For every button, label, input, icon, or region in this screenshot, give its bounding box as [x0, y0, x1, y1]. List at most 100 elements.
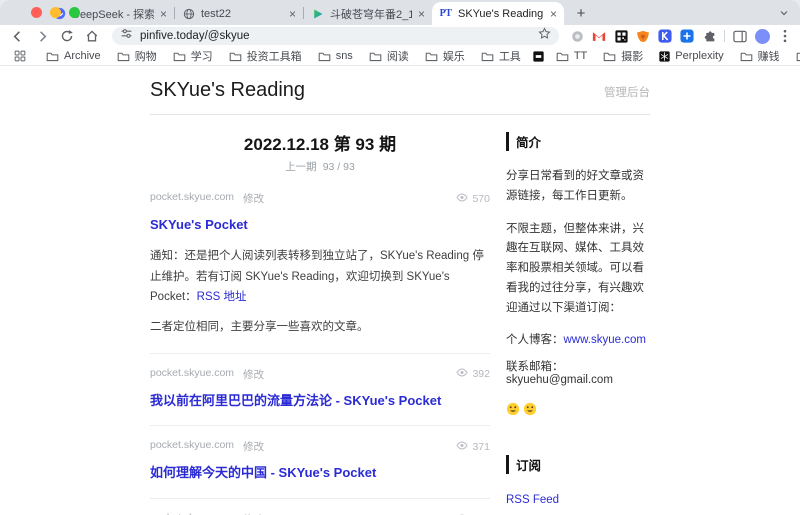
email-label: 联系邮箱： — [506, 361, 564, 373]
folder-icon — [117, 51, 130, 62]
rss-feed-link[interactable]: RSS Feed — [506, 494, 559, 506]
url-text[interactable]: pinfive.today/@skyue — [140, 30, 531, 42]
smiley-emoji-icon — [506, 402, 520, 421]
site-header: SKYue's Reading 管理后台 — [150, 66, 650, 115]
bookmark-site-perplexity[interactable]: Perplexity — [651, 50, 731, 62]
back-icon[interactable] — [8, 27, 26, 45]
apps-grid-icon[interactable] — [10, 50, 30, 62]
tab-test22[interactable]: test22 × — [175, 2, 303, 25]
play-icon — [311, 7, 324, 20]
folder-icon — [318, 51, 331, 62]
issue-pager-top: 上一期 93 / 93 — [150, 159, 490, 174]
toolbar-separator — [724, 30, 725, 42]
article-source: pocket.skyue.com — [150, 439, 234, 454]
article-edit-link[interactable]: 修改 — [243, 439, 264, 454]
address-bar[interactable]: pinfive.today/@skyue — [112, 27, 559, 45]
extension-generic-icon[interactable] — [570, 29, 584, 43]
close-window-button[interactable] — [31, 7, 42, 18]
bookmark-label: 赚钱 — [758, 48, 780, 64]
article-title-link[interactable]: 我以前在阿里巴巴的流量方法论 - SKYue's Pocket — [150, 393, 441, 408]
bookmark-folder-sns[interactable]: sns — [310, 50, 361, 62]
gmail-icon[interactable] — [592, 29, 606, 43]
folder-icon — [740, 51, 753, 62]
home-icon[interactable] — [83, 27, 101, 45]
extensions-puzzle-icon[interactable] — [702, 29, 716, 43]
article-edit-link[interactable]: 修改 — [243, 191, 264, 206]
tab-video[interactable]: 斗破苍穹年番2_134_动漫_高清 × — [304, 2, 432, 25]
bookmark-folder-archive[interactable]: Archive — [38, 50, 109, 62]
issue-counter: 93 / 93 — [323, 161, 355, 173]
menu-dots-icon[interactable] — [778, 29, 792, 43]
black-site-icon — [533, 51, 544, 62]
sidebar: 简介 分享日常看到的好文章或资源链接，每工作日更新。 不限主题，但整体来讲，兴趣… — [506, 115, 650, 515]
article-title-link[interactable]: SKYue's Pocket — [150, 217, 248, 232]
issue-title: 2022.12.18 第 93 期 — [150, 130, 490, 155]
site-settings-icon[interactable] — [120, 27, 133, 45]
article-body: 通知：还是把个人阅读列表转移到独立站了，SKYue's Reading 停止维护… — [150, 246, 490, 338]
tab-title: test22 — [201, 8, 283, 20]
globe-icon — [182, 7, 195, 20]
zoom-window-button[interactable] — [69, 7, 80, 18]
tab-skyues-reading-active[interactable]: PT SKYue's Reading × — [432, 2, 564, 25]
bookmark-label: 摄影 — [621, 48, 643, 64]
bookmark-folder-tt[interactable]: TT — [548, 50, 595, 62]
tab-strip: DeepSeek - 探索未至之境 × test22 × 斗破苍穹年番2_134… — [0, 0, 800, 25]
bookmark-site-black[interactable] — [529, 51, 548, 62]
folder-icon — [481, 51, 494, 62]
bookmark-folder-photography[interactable]: 摄影 — [595, 48, 651, 64]
article-item: pocket.skyue.com 修改 392 我以前在阿里巴巴的流量方法论 -… — [150, 354, 490, 427]
close-tab-icon[interactable]: × — [550, 8, 557, 20]
bookmark-folder-reading[interactable]: 阅读 — [361, 48, 417, 64]
about-paragraph: 不限主题，但整体来讲，兴趣在互联网、媒体、工具效率和股票相关领域。可以看看我的过… — [506, 220, 650, 319]
folder-icon — [46, 51, 59, 62]
bookmark-label: Perplexity — [675, 50, 723, 62]
article-edit-link[interactable]: 修改 — [243, 367, 264, 382]
metamask-icon[interactable] — [636, 29, 650, 43]
side-panel-icon[interactable] — [733, 29, 747, 43]
bookmark-folder-money[interactable]: 赚钱 — [732, 48, 788, 64]
bookmark-folder-tools[interactable]: 工具 — [473, 48, 529, 64]
bookmark-folder-shopping[interactable]: 购物 — [109, 48, 165, 64]
bookmark-star-icon[interactable] — [538, 27, 551, 45]
close-tab-icon[interactable]: × — [160, 8, 167, 20]
new-tab-button[interactable]: + — [570, 2, 592, 24]
bookmark-label: 购物 — [135, 48, 157, 64]
bookmark-label: 投资工具箱 — [247, 48, 302, 64]
article-more-text: 二者定位相同，主要分享一些喜欢的文章。 — [150, 317, 490, 338]
qr-extension-icon[interactable] — [614, 29, 628, 43]
close-tab-icon[interactable]: × — [289, 8, 296, 20]
profile-avatar[interactable] — [755, 29, 770, 44]
forward-icon[interactable] — [33, 27, 51, 45]
rss-address-link[interactable]: RSS 地址 — [197, 291, 247, 303]
all-bookmarks-button[interactable]: 所有书签 — [788, 48, 800, 64]
personal-blog-link[interactable]: www.skyue.com — [564, 334, 646, 346]
article-item: pocket.skyue.com 修改 570 SKYue's Pocket 通… — [150, 178, 490, 354]
page-title[interactable]: SKYue's Reading — [150, 79, 305, 102]
bookmark-folder-study[interactable]: 学习 — [165, 48, 221, 64]
subscribe-heading: 订阅 — [506, 455, 650, 474]
chevron-down-icon[interactable] — [778, 6, 790, 24]
reload-icon[interactable] — [58, 27, 76, 45]
perplexity-icon — [659, 51, 670, 62]
bookmark-label: 阅读 — [387, 48, 409, 64]
minimize-window-button[interactable] — [50, 7, 61, 18]
article-title-link[interactable]: 如何理解今天的中国 - SKYue's Pocket — [150, 465, 376, 480]
k-extension-icon[interactable] — [658, 29, 672, 43]
article-item: pocket.skyue.com 修改 294 Google 把地图的域名迁移到… — [150, 499, 490, 515]
prev-issue-link[interactable]: 上一期 — [285, 161, 317, 173]
article-item: pocket.skyue.com 修改 371 如何理解今天的中国 - SKYu… — [150, 426, 490, 499]
folder-icon — [603, 51, 616, 62]
blog-line: 个人博客：www.skyue.com — [506, 331, 650, 347]
about-paragraph: 分享日常看到的好文章或资源链接，每工作日更新。 — [506, 167, 650, 207]
smiley-emoji-icon — [523, 402, 537, 421]
bookmark-label: 工具 — [499, 48, 521, 64]
admin-backend-link[interactable]: 管理后台 — [604, 84, 650, 100]
plus-extension-icon[interactable] — [680, 29, 694, 43]
about-heading: 简介 — [506, 132, 650, 151]
email-value: skyuehu@gmail.com — [506, 374, 613, 386]
bookmark-folder-invest-toolbox[interactable]: 投资工具箱 — [221, 48, 310, 64]
bookmark-folder-entertainment[interactable]: 娱乐 — [417, 48, 473, 64]
close-tab-icon[interactable]: × — [418, 8, 425, 20]
folder-icon — [369, 51, 382, 62]
tab-title: DeepSeek - 探索未至之境 — [72, 6, 154, 22]
